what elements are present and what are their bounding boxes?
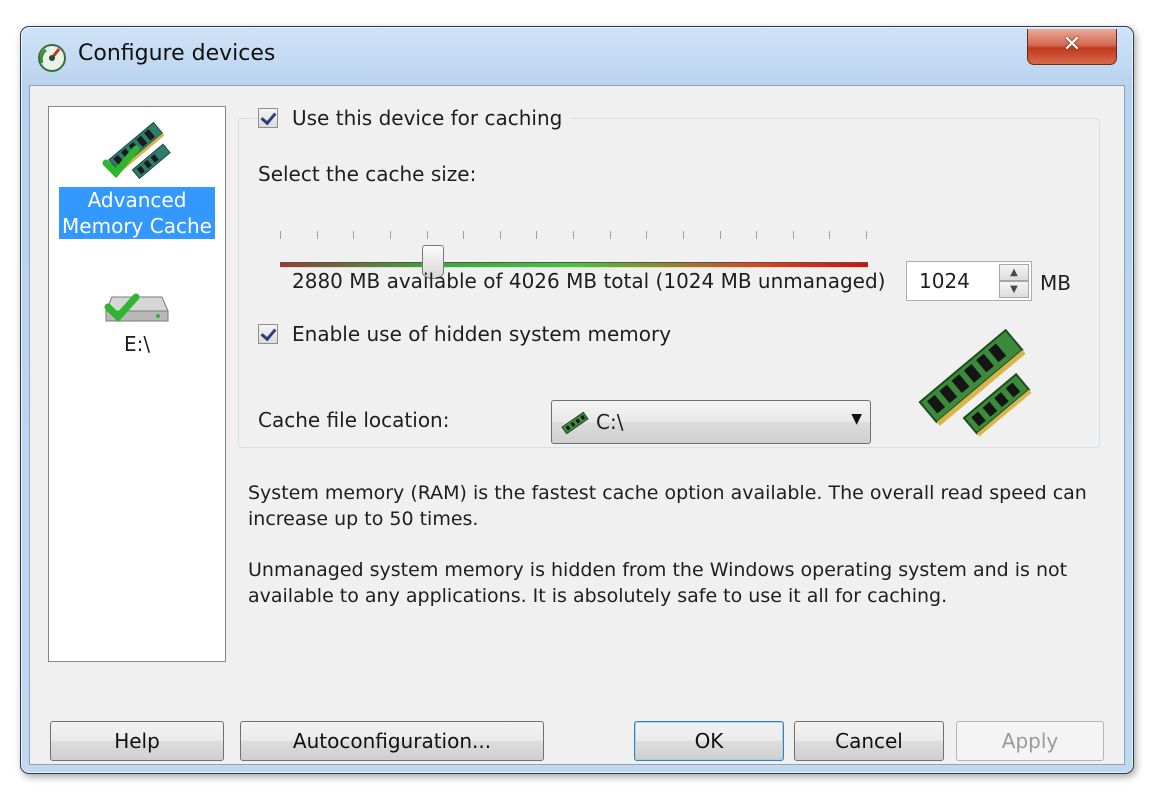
slider-tick <box>720 231 721 239</box>
slider-tick <box>353 231 354 239</box>
help-button[interactable]: Help <box>50 721 224 761</box>
slider-tick <box>610 231 611 239</box>
use-device-checkbox[interactable] <box>258 108 278 128</box>
slider-tick <box>463 231 464 239</box>
description-ram: System memory (RAM) is the fastest cache… <box>248 482 1087 530</box>
slider-track[interactable] <box>280 262 868 268</box>
drive-check-icon <box>104 293 169 323</box>
cache-location-value: C:\ <box>596 410 624 434</box>
app-gauge-icon <box>38 44 66 72</box>
cancel-button[interactable]: Cancel <box>794 721 944 761</box>
use-device-label: Use this device for caching <box>292 106 563 130</box>
hidden-memory-checkbox[interactable] <box>258 324 278 344</box>
slider-tick <box>280 231 281 239</box>
memory-modules-icon <box>918 328 1032 437</box>
window-title: Configure devices <box>78 41 276 66</box>
slider-tick <box>573 231 574 239</box>
slider-tick <box>536 231 537 239</box>
slider-tick <box>646 231 647 239</box>
sidebar-item-label: E:\ <box>123 332 151 356</box>
slider-tick <box>793 231 794 239</box>
cache-size-spinner[interactable]: 1024 ▲ ▼ <box>906 261 1032 301</box>
use-device-checkbox-row[interactable]: Use this device for caching <box>258 106 571 130</box>
ram-small-icon <box>561 411 589 435</box>
description-unmanaged: Unmanaged system memory is hidden from t… <box>248 559 1068 607</box>
configure-devices-window: Configure devices ✕ Advanced Memory Cach… <box>20 26 1134 774</box>
sidebar-item-advanced-memory-cache[interactable]: Advanced Memory Cache <box>49 113 225 239</box>
close-button[interactable]: ✕ <box>1027 29 1117 65</box>
cache-size-label: Select the cache size: <box>258 162 477 186</box>
slider-tick <box>683 231 684 239</box>
cache-location-dropdown[interactable]: C:\ ▼ <box>551 400 871 444</box>
dialog-client-area: Advanced Memory Cache E:\ Use this devic… <box>29 85 1125 765</box>
hidden-memory-checkbox-row[interactable]: Enable use of hidden system memory <box>258 322 680 346</box>
cache-size-unit: MB <box>1040 271 1071 295</box>
hidden-memory-label: Enable use of hidden system memory <box>292 322 672 346</box>
sidebar-item-drive-e[interactable]: E:\ <box>49 283 225 357</box>
ok-button[interactable]: OK <box>634 721 784 761</box>
slider-tick <box>500 231 501 239</box>
spinner-down-icon[interactable]: ▼ <box>999 281 1029 298</box>
ram-check-icon <box>102 121 171 180</box>
cache-size-value[interactable]: 1024 <box>919 269 970 293</box>
device-list[interactable]: Advanced Memory Cache E:\ <box>48 106 226 662</box>
availability-text: 2880 MB available of 4026 MB total (1024… <box>292 269 886 293</box>
sidebar-label-line: Advanced <box>87 188 187 212</box>
title-bar[interactable]: Configure devices ✕ <box>21 27 1133 85</box>
slider-tick <box>390 231 391 239</box>
sidebar-item-label: Advanced Memory Cache <box>59 187 215 239</box>
spinner-buttons: ▲ ▼ <box>999 264 1029 298</box>
slider-ticks <box>280 231 870 241</box>
cache-location-label: Cache file location: <box>258 408 450 432</box>
autoconfiguration-button[interactable]: Autoconfiguration... <box>240 721 544 761</box>
slider-tick <box>427 231 428 239</box>
slider-tick <box>866 231 867 239</box>
sidebar-label-line: Memory Cache <box>62 214 212 238</box>
spinner-up-icon[interactable]: ▲ <box>999 264 1029 281</box>
apply-button[interactable]: Apply <box>956 721 1104 761</box>
slider-tick <box>829 231 830 239</box>
slider-tick <box>756 231 757 239</box>
chevron-down-icon[interactable]: ▼ <box>851 411 862 427</box>
slider-tick <box>317 231 318 239</box>
